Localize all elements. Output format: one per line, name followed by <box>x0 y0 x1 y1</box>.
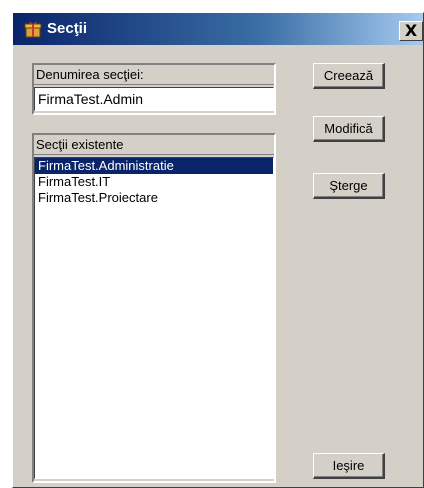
close-button[interactable]: X <box>399 21 423 41</box>
modify-button[interactable]: Modifică <box>313 116 385 142</box>
delete-button[interactable]: Şterge <box>313 173 385 199</box>
sections-listbox[interactable]: FirmaTest.Administratie FirmaTest.IT Firma… <box>34 157 274 479</box>
exit-button[interactable]: Ieşire <box>313 453 385 479</box>
name-label: Denumirea secţiei: <box>34 65 274 85</box>
list-item[interactable]: FirmaTest.Proiectare <box>35 190 273 206</box>
list-label: Secţii existente <box>34 135 274 155</box>
list-item[interactable]: FirmaTest.IT <box>35 174 273 190</box>
section-name-input[interactable]: FirmaTest.Admin <box>34 87 274 111</box>
app-gift-icon <box>23 19 43 39</box>
sections-dialog: Secţii X Denumirea secţiei: FirmaTest.Ad… <box>12 12 424 488</box>
title-bar[interactable]: Secţii X <box>13 13 423 45</box>
create-button[interactable]: Creează <box>313 63 385 89</box>
window-title: Secţii <box>47 20 88 37</box>
list-item[interactable]: FirmaTest.Administratie <box>35 158 273 174</box>
